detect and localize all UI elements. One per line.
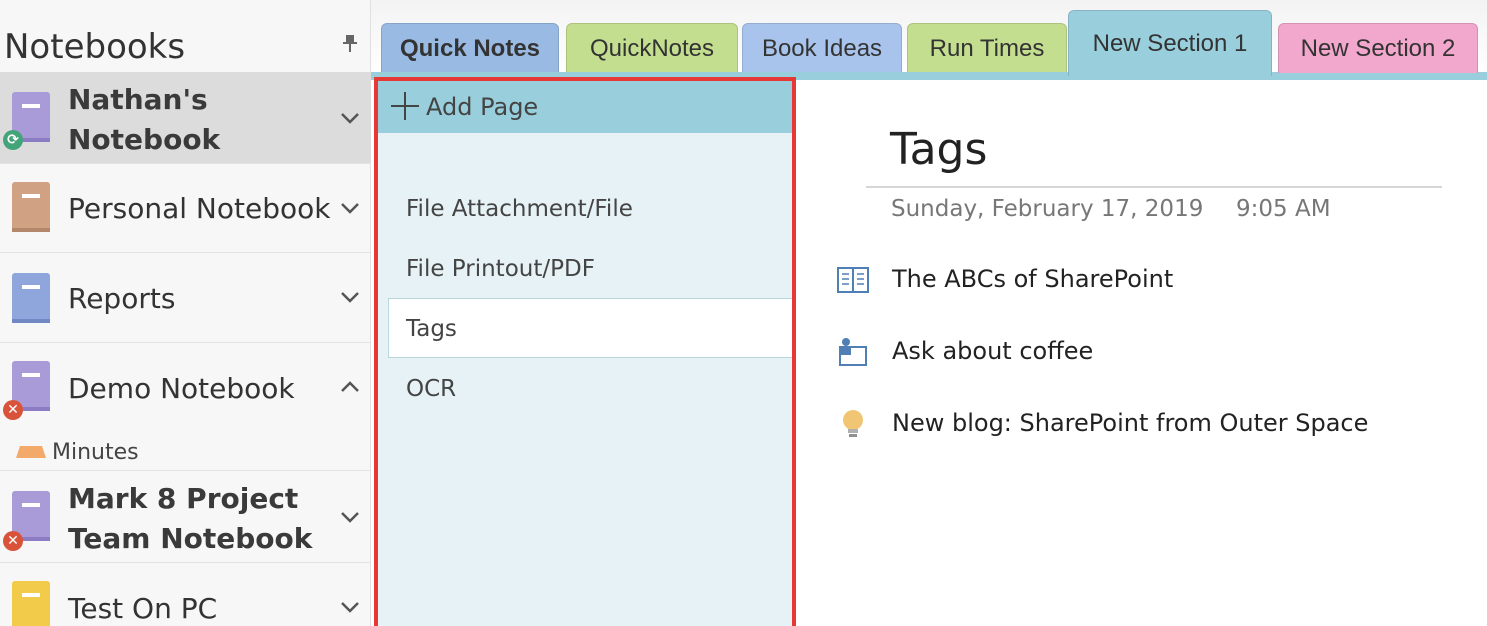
page-list-pane: Add Page File Attachment/File File Print… [374, 77, 796, 626]
error-icon: ✕ [3, 531, 23, 551]
notebook-label: Personal Notebook [68, 192, 331, 225]
notebook-label: Mark 8 Project [68, 482, 299, 515]
notebook-label: Test On PC [68, 592, 218, 625]
section-tab-icon [16, 446, 46, 458]
notebooks-pane: Notebooks ⟳ Nathan's Notebook Personal N… [0, 0, 371, 626]
note-text: Ask about coffee [892, 337, 1094, 365]
tab-quick-notes[interactable]: Quick Notes [381, 23, 559, 73]
add-page-button[interactable]: Add Page [378, 81, 792, 133]
add-page-label: Add Page [426, 93, 539, 121]
chevron-down-icon[interactable] [340, 201, 360, 215]
notebook-label: Demo Notebook [68, 372, 295, 405]
title-divider [866, 186, 1442, 188]
page-label: File Printout/PDF [406, 256, 595, 282]
lightbulb-icon [843, 410, 863, 437]
notebook-icon [12, 581, 50, 626]
page-time: 9:05 AM [1236, 196, 1331, 222]
tab-book-ideas[interactable]: Book Ideas [742, 23, 902, 73]
chevron-up-icon[interactable] [340, 380, 360, 394]
chevron-down-icon[interactable] [340, 111, 360, 125]
notebook-reports[interactable]: Reports [0, 253, 371, 343]
note-item[interactable]: Ask about coffee [836, 331, 1456, 371]
page-item-ocr[interactable]: OCR [388, 359, 792, 419]
note-canvas[interactable]: Tags Sunday, February 17, 2019 9:05 AM T… [800, 80, 1487, 626]
notebook-label: Team Notebook [68, 522, 313, 555]
notebook-icon [12, 182, 50, 232]
notebooks-title: Notebooks [4, 27, 186, 67]
section-minutes[interactable]: Minutes [0, 438, 371, 470]
tab-run-times[interactable]: Run Times [907, 23, 1067, 73]
plus-icon [391, 92, 419, 120]
contact-icon [839, 338, 867, 366]
note-item[interactable]: The ABCs of SharePoint [836, 259, 1456, 299]
note-text: New blog: SharePoint from Outer Space [892, 409, 1369, 437]
notebook-label: Notebook [68, 123, 221, 156]
page-item-tags[interactable]: Tags [388, 298, 792, 358]
tab-new-section-2[interactable]: New Section 2 [1278, 23, 1478, 73]
notebook-mark8[interactable]: ✕ Mark 8 Project Team Notebook [0, 471, 371, 563]
notebook-icon [12, 273, 50, 323]
notebook-label: Reports [68, 282, 176, 315]
page-title[interactable]: Tags [890, 122, 987, 178]
chevron-down-icon[interactable] [340, 600, 360, 614]
section-label: Minutes [52, 440, 139, 465]
tab-quicknotes[interactable]: QuickNotes [566, 23, 738, 73]
notebook-nathans[interactable]: ⟳ Nathan's Notebook [0, 72, 371, 164]
page-date: Sunday, February 17, 2019 [891, 196, 1204, 222]
notebook-demo[interactable]: ✕ Demo Notebook Minutes [0, 343, 371, 471]
error-icon: ✕ [3, 400, 23, 420]
note-item[interactable]: New blog: SharePoint from Outer Space [836, 403, 1456, 443]
tab-new-section-1[interactable]: New Section 1 [1068, 10, 1272, 76]
page-label: OCR [406, 376, 457, 402]
book-icon [837, 267, 869, 293]
page-item-file-printout[interactable]: File Printout/PDF [388, 239, 792, 299]
chevron-down-icon[interactable] [340, 290, 360, 304]
notebook-test-on-pc[interactable]: Test On PC [0, 563, 371, 626]
page-label: File Attachment/File [406, 196, 633, 222]
notebook-label: Nathan's [68, 83, 208, 116]
page-label: Tags [406, 316, 457, 342]
chevron-down-icon[interactable] [340, 510, 360, 524]
sync-icon: ⟳ [3, 130, 23, 150]
pin-icon[interactable] [340, 33, 360, 53]
page-item-file-attachment[interactable]: File Attachment/File [388, 179, 792, 239]
notebook-personal[interactable]: Personal Notebook [0, 164, 371, 253]
note-text: The ABCs of SharePoint [892, 265, 1174, 293]
onenote-window: Notebooks ⟳ Nathan's Notebook Personal N… [0, 0, 1487, 626]
